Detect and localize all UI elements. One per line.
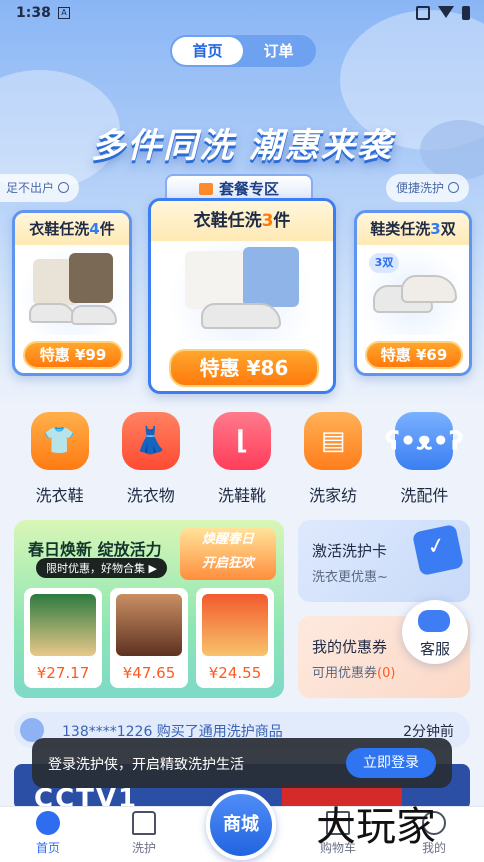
wifi-icon bbox=[438, 6, 454, 18]
package-card-2[interactable]: 衣鞋任洗3件 特惠 ¥86 bbox=[148, 198, 336, 394]
left-feature-tag: 足不出户 bbox=[0, 174, 80, 202]
product-price: ¥24.55 bbox=[208, 664, 262, 682]
home-logo-icon bbox=[36, 811, 60, 835]
tabbar-mall-button[interactable]: 商城 bbox=[206, 790, 276, 860]
price-button[interactable]: 特惠 ¥99 bbox=[23, 341, 123, 369]
category-label: 洗配件 bbox=[400, 486, 449, 505]
coupons-count: (0) bbox=[377, 666, 396, 681]
package-title: 衣鞋任洗4件 bbox=[15, 213, 129, 245]
boot-icon: ⌊ bbox=[212, 412, 271, 470]
price-button[interactable]: 特惠 ¥69 bbox=[365, 341, 463, 369]
right-tag-label: 便捷洗护 bbox=[396, 181, 445, 195]
status-time: 1:38 bbox=[16, 5, 51, 21]
tabbar-home[interactable]: 首页 bbox=[12, 811, 84, 856]
status-bar: 1:38 A bbox=[0, 0, 484, 28]
shirt-icon bbox=[132, 811, 156, 835]
product-image bbox=[30, 594, 96, 656]
promo-product-2[interactable]: ¥47.65 bbox=[110, 588, 188, 688]
bed-icon: ▤ bbox=[304, 412, 363, 470]
vibrate-icon bbox=[416, 6, 430, 20]
package-tab-label: 套餐专区 bbox=[218, 180, 279, 198]
right-feature-tag: 便捷洗护 bbox=[386, 174, 470, 202]
category-label: 洗衣鞋 bbox=[35, 486, 84, 505]
activate-card-title: 激活洗护卡 bbox=[312, 542, 388, 560]
package-card-3[interactable]: 鞋类任洗3双 3双 特惠 ¥69 bbox=[354, 210, 472, 376]
product-price: ¥47.65 bbox=[122, 664, 176, 682]
category-label: 洗家纺 bbox=[309, 486, 358, 505]
coupons-title: 我的优惠券 bbox=[312, 638, 388, 656]
tab-home[interactable]: 首页 bbox=[172, 37, 243, 65]
chat-bubble-icon bbox=[418, 610, 450, 632]
header-tabs: 首页 订单 bbox=[170, 35, 316, 67]
category-wash-clothes-shoes[interactable]: 👕 洗衣鞋 bbox=[20, 412, 100, 506]
tab-orders[interactable]: 订单 bbox=[243, 37, 314, 65]
shoes-image: 3双 bbox=[359, 245, 467, 335]
spring-promo-card[interactable]: 春日焕新 绽放活力 限时优惠，好物合集 ▶ 焕醒春日 开启狂欢 ¥27.17 ¥… bbox=[14, 520, 284, 698]
promo-badge: 焕醒春日 开启狂欢 bbox=[180, 528, 276, 580]
category-wash-accessories[interactable]: ʕ•ᴥ•ʔ 洗配件 bbox=[384, 412, 464, 506]
promo-title: 春日焕新 绽放活力 bbox=[28, 540, 162, 559]
toast-message: 登录洗护侠，开启精致洗护生活 bbox=[48, 757, 244, 773]
price-button[interactable]: 特惠 ¥86 bbox=[169, 349, 319, 387]
promo-pill[interactable]: 限时优惠，好物合集 ▶ bbox=[36, 558, 167, 578]
left-tag-label: 足不出户 bbox=[6, 181, 55, 195]
quantity-badge: 3双 bbox=[369, 253, 399, 273]
thumb-icon bbox=[198, 183, 213, 195]
category-row: 👕 洗衣鞋 👗 洗衣物 ⌊ 洗鞋靴 ▤ 洗家纺 ʕ•ᴥ•ʔ 洗配件 bbox=[0, 412, 484, 506]
category-label: 洗衣物 bbox=[126, 486, 175, 505]
package-title: 衣鞋任洗3件 bbox=[151, 201, 333, 241]
promo-product-1[interactable]: ¥27.17 bbox=[24, 588, 102, 688]
battery-icon bbox=[462, 6, 470, 20]
watermark-text: 大玩家 bbox=[316, 804, 436, 850]
dress-icon: 👗 bbox=[121, 412, 180, 470]
clothes-shoes-image bbox=[17, 245, 127, 335]
hero-slogan: 多件同洗 潮惠来袭 bbox=[91, 126, 393, 166]
check-icon bbox=[58, 182, 70, 193]
customer-service-button[interactable]: 客服 bbox=[402, 600, 468, 664]
package-card-1[interactable]: 衣鞋任洗4件 特惠 ¥99 bbox=[12, 210, 132, 376]
status-a-badge: A bbox=[58, 7, 70, 19]
clothes-shoes-image bbox=[157, 241, 327, 341]
bear-icon: ʕ•ᴥ•ʔ bbox=[385, 412, 464, 470]
customer-service-label: 客服 bbox=[419, 640, 450, 658]
check-icon bbox=[448, 182, 460, 193]
activate-card-subtitle: 洗衣更优惠~ bbox=[312, 570, 388, 585]
product-image bbox=[116, 594, 182, 656]
product-image bbox=[202, 594, 268, 656]
login-toast: 登录洗护侠，开启精致洗护生活 立即登录 bbox=[32, 738, 452, 788]
category-wash-home-textiles[interactable]: ▤ 洗家纺 bbox=[293, 412, 373, 506]
coupons-subtitle: 可用优惠券 bbox=[312, 666, 378, 681]
login-button[interactable]: 立即登录 bbox=[346, 748, 436, 778]
category-wash-boots[interactable]: ⌊ 洗鞋靴 bbox=[202, 412, 282, 506]
tabbar-wash[interactable]: 洗护 bbox=[108, 811, 180, 856]
shirt-shoe-icon: 👕 bbox=[30, 412, 89, 470]
product-price: ¥27.17 bbox=[36, 664, 90, 682]
promo-product-3[interactable]: ¥24.55 bbox=[196, 588, 274, 688]
activate-card[interactable]: 激活洗护卡 洗衣更优惠~ ✓ bbox=[298, 520, 470, 602]
package-title: 鞋类任洗3双 bbox=[357, 213, 469, 245]
category-wash-clothing[interactable]: 👗 洗衣物 bbox=[111, 412, 191, 506]
card-check-icon: ✓ bbox=[411, 523, 465, 577]
category-label: 洗鞋靴 bbox=[217, 486, 266, 505]
